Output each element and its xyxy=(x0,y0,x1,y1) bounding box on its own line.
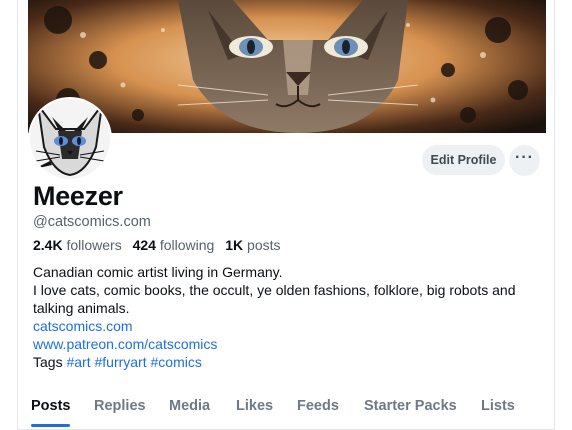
profile-tabs: Posts Replies Media Likes Feeds Starter … xyxy=(18,388,554,430)
followers-count: 2.4K xyxy=(33,237,63,253)
followers-label: followers xyxy=(66,237,122,253)
bio-line: Canadian comic artist living in Germany. xyxy=(33,264,283,280)
tab-likes[interactable]: Likes xyxy=(236,398,273,414)
banner-cat-illustration xyxy=(28,0,546,133)
tab-replies[interactable]: Replies xyxy=(94,398,146,414)
profile-banner[interactable] xyxy=(28,0,546,133)
posts-stat: 1K posts xyxy=(225,237,280,253)
tab-media[interactable]: Media xyxy=(169,398,210,414)
following-count: 424 xyxy=(132,237,156,253)
more-options-button[interactable]: ··· xyxy=(509,145,540,176)
following-label: following xyxy=(159,237,215,253)
display-name: Meezer xyxy=(33,181,123,211)
edit-profile-button[interactable]: Edit Profile xyxy=(422,145,505,175)
posts-count: 1K xyxy=(225,237,244,253)
tab-starter-packs[interactable]: Starter Packs xyxy=(364,398,457,414)
avatar-cat-illustration xyxy=(30,99,110,179)
profile-handle: @catscomics.com xyxy=(33,214,151,230)
bio-link-website[interactable]: catscomics.com xyxy=(33,317,538,335)
tab-feeds[interactable]: Feeds xyxy=(297,398,339,414)
tags-label: Tags xyxy=(33,354,63,370)
active-tab-indicator xyxy=(31,424,70,427)
hashtag-link[interactable]: #comics xyxy=(151,354,202,370)
avatar[interactable] xyxy=(28,97,112,181)
hashtag-link[interactable]: #art xyxy=(66,354,90,370)
tab-lists[interactable]: Lists xyxy=(481,398,515,414)
bio-tags: Tags #art #furryart #comics xyxy=(33,353,538,371)
tab-posts[interactable]: Posts xyxy=(31,398,71,414)
profile-bio: Canadian comic artist living in Germany.… xyxy=(33,263,538,371)
following-stat[interactable]: 424 following xyxy=(133,237,215,253)
hashtag-link[interactable]: #furryart xyxy=(94,354,146,370)
profile-stats: 2.4K followers 424 following 1K posts xyxy=(33,237,288,253)
followers-stat[interactable]: 2.4K followers xyxy=(33,237,122,253)
ellipsis-icon: ··· xyxy=(515,148,534,166)
posts-label: posts xyxy=(247,237,281,253)
bio-line: I love cats, comic books, the occult, ye… xyxy=(33,282,516,316)
bio-link-patreon[interactable]: www.patreon.com/catscomics xyxy=(33,335,538,353)
